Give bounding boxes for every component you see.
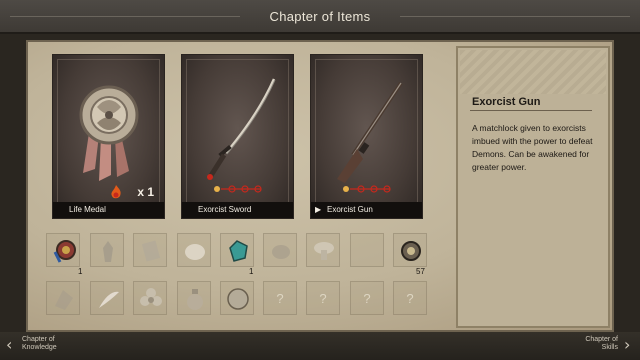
shard-icon [55, 290, 73, 310]
page-title: Chapter of Items [269, 9, 371, 24]
detail-divider [470, 110, 592, 111]
unknown-mark: ? [319, 291, 327, 306]
item-count: x 1 [137, 185, 154, 199]
next-chapter-link[interactable]: Chapter of Skills [578, 336, 618, 352]
item-slot-3[interactable] [133, 233, 167, 267]
header-bar: Chapter of Items [0, 0, 640, 34]
card-label: Life Medal [53, 202, 164, 218]
item-slot-1[interactable] [46, 233, 80, 267]
exorcist-gun-icon [337, 81, 403, 183]
flower-icon [140, 288, 162, 306]
exorcist-sword-icon [207, 78, 276, 180]
item-slot-2[interactable] [90, 233, 124, 267]
item-card-exorcist-sword[interactable]: Exorcist Sword [181, 54, 294, 219]
item-slot-9[interactable] [393, 233, 427, 267]
footer-bar [0, 332, 640, 360]
prev-chapter-line2: Knowledge [22, 344, 57, 351]
potion-icon [187, 289, 203, 310]
unknown-slot[interactable]: ? [306, 281, 340, 315]
unknown-slot[interactable]: ? [393, 281, 427, 315]
item-slot-6[interactable] [263, 233, 297, 267]
figurine-icon [103, 241, 113, 262]
unknown-mark: ? [363, 291, 371, 306]
scroll-icon [141, 240, 161, 262]
item-slot-14[interactable] [220, 281, 254, 315]
jade-stone-icon [229, 240, 248, 262]
detail-title: Exorcist Gun [472, 96, 541, 108]
unknown-slot[interactable]: ? [350, 281, 384, 315]
unknown-slot[interactable]: ? [263, 281, 297, 315]
awakening-gauge [343, 185, 391, 193]
item-detail-panel: Exorcist Gun A matchlock given to exorci… [456, 46, 610, 328]
item-slot-13[interactable] [177, 281, 211, 315]
detail-description: A matchlock given to exorcists imbued wi… [472, 123, 593, 172]
unknown-mark: ? [276, 291, 284, 306]
detail-pattern [460, 50, 606, 94]
slot-count: 1 [249, 267, 254, 276]
item-card-life-medal[interactable]: x 1 Life Medal [52, 54, 165, 219]
item-slot-5[interactable] [220, 233, 254, 267]
rock-icon [272, 245, 290, 259]
awakening-gauge [214, 185, 262, 193]
prev-chapter-line1: Chapter of [22, 336, 55, 343]
item-slot-11[interactable] [90, 281, 124, 315]
prev-chapter-link[interactable]: Chapter of Knowledge [22, 336, 57, 352]
item-card-exorcist-gun[interactable]: ▶ Exorcist Gun [310, 54, 423, 219]
next-chapter-arrow-icon[interactable]: › [624, 335, 630, 354]
charm-icon [53, 240, 76, 263]
next-chapter-line2: Skills [601, 344, 618, 351]
flame-icon [111, 185, 121, 199]
card-label-text: Exorcist Gun [327, 205, 373, 214]
item-slot-8[interactable] [350, 233, 384, 267]
medallion-icon [227, 288, 249, 310]
feather-icon [99, 291, 119, 308]
dumpling-icon [185, 244, 205, 260]
item-slot-7[interactable] [306, 233, 340, 267]
coin-icon [401, 241, 421, 261]
prev-chapter-arrow-icon[interactable]: ‹ [6, 335, 12, 354]
item-slot-10[interactable] [46, 281, 80, 315]
slot-count: 57 [416, 267, 425, 276]
life-medal-icon [79, 85, 139, 181]
mushroom-icon [314, 242, 334, 260]
item-slot-4[interactable] [177, 233, 211, 267]
next-chapter-line1: Chapter of [585, 336, 618, 343]
card-label: Exorcist Sword [182, 202, 293, 218]
selected-arrow-icon: ▶ [315, 205, 322, 214]
item-slot-12[interactable] [133, 281, 167, 315]
unknown-mark: ? [406, 291, 414, 306]
card-label: ▶ Exorcist Gun [311, 202, 422, 218]
slot-count: 1 [78, 267, 83, 276]
